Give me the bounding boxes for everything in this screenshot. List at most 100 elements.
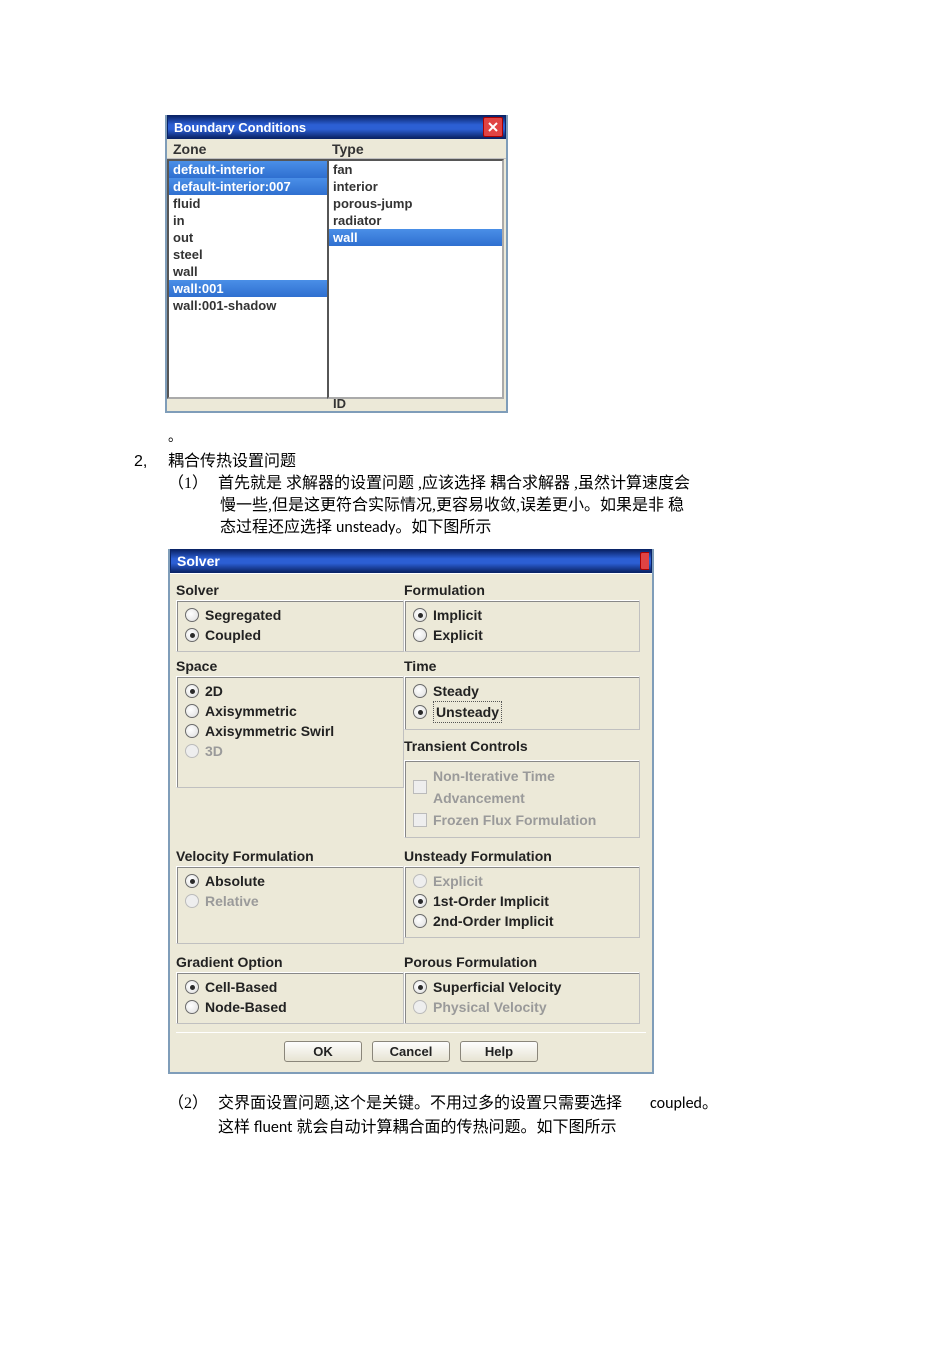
group-velocity-title: Velocity Formulation	[176, 846, 404, 866]
space-option[interactable]: Axisymmetric	[185, 701, 397, 721]
radio-label: 1st-Order Implicit	[433, 891, 549, 911]
bc-zone-item[interactable]: in	[169, 212, 327, 229]
group-velocity: AbsoluteRelative	[176, 866, 404, 944]
formulation-option[interactable]: Implicit	[413, 605, 633, 625]
radio-icon	[185, 980, 199, 994]
group-unsteady-title: Unsteady Formulation	[404, 846, 640, 866]
space-option[interactable]: Axisymmetric Swirl	[185, 721, 397, 741]
radio-icon	[185, 1000, 199, 1014]
cancel-button[interactable]: Cancel	[372, 1041, 450, 1062]
help-button[interactable]: Help	[460, 1041, 538, 1062]
group-formulation-title: Formulation	[404, 580, 640, 600]
close-icon[interactable]	[483, 117, 503, 137]
porous-option[interactable]: Superficial Velocity	[413, 977, 633, 997]
bc-zone-item[interactable]: default-interior:007	[169, 178, 327, 195]
radio-icon	[413, 608, 427, 622]
section-2-heading: 2,耦合传热设置问题	[134, 451, 950, 473]
p1-line2: 慢一些,但是这更符合实际情况,更容易收敛,误差更小。如果是非 稳	[220, 495, 780, 517]
velocity-option: Relative	[185, 891, 397, 911]
bc-type-item[interactable]: porous-jump	[329, 195, 502, 212]
solver-dialog: Solver Solver SegregatedCoupled Formulat…	[168, 549, 654, 1074]
radio-icon	[185, 744, 199, 758]
radio-icon	[413, 1000, 427, 1014]
radio-label: Relative	[205, 891, 259, 911]
checkbox-icon	[413, 813, 427, 827]
radio-icon	[413, 874, 427, 888]
group-solver-title: Solver	[176, 580, 404, 600]
ok-button[interactable]: OK	[284, 1041, 362, 1062]
p2-line2c: 就会自动计算耦合面的传热问题。如下图所示	[292, 1119, 616, 1136]
space-option[interactable]: 2D	[185, 681, 397, 701]
group-transient-title: Transient Controls	[404, 736, 640, 756]
radio-label: 2D	[205, 681, 223, 701]
bc-type-item[interactable]: interior	[329, 178, 502, 195]
solver-titlebar: Solver	[170, 549, 652, 573]
group-gradient-title: Gradient Option	[176, 952, 404, 972]
space-option: 3D	[185, 741, 397, 761]
group-gradient: Cell-BasedNode-Based	[176, 972, 404, 1024]
bc-zone-item[interactable]: wall:001	[169, 280, 327, 297]
p2-line2a: 这样	[218, 1119, 254, 1136]
time-option[interactable]: Steady	[413, 681, 633, 701]
bc-zone-item[interactable]: default-interior	[169, 161, 327, 178]
transient-check: Frozen Flux Formulation	[413, 809, 633, 831]
doc-punct: 。	[168, 427, 950, 449]
radio-label: Axisymmetric Swirl	[205, 721, 334, 741]
gradient-option[interactable]: Cell-Based	[185, 977, 397, 997]
bc-titlebar: Boundary Conditions	[167, 115, 506, 139]
bc-type-item[interactable]: fan	[329, 161, 502, 178]
gradient-option[interactable]: Node-Based	[185, 997, 397, 1017]
radio-icon	[185, 684, 199, 698]
p1-unsteady: unsteady	[336, 518, 395, 537]
group-space: 2DAxisymmetricAxisymmetric Swirl3D	[176, 676, 404, 788]
bc-zone-header: Zone	[173, 141, 332, 157]
bc-zone-item[interactable]: steel	[169, 246, 327, 263]
radio-label: Cell-Based	[205, 977, 277, 997]
section-2-title: 耦合传热设置问题	[168, 453, 296, 470]
group-porous-title: Porous Formulation	[404, 952, 640, 972]
bc-type-listbox[interactable]: faninteriorporous-jumpradiatorwall	[327, 159, 504, 399]
bc-zone-item[interactable]: wall:001-shadow	[169, 297, 327, 314]
bc-type-item[interactable]: wall	[329, 229, 502, 246]
radio-label: Explicit	[433, 625, 483, 645]
close-icon[interactable]	[640, 552, 649, 570]
paragraph-1: （1）首先就是 求解器的设置问题 ,应该选择 耦合求解器 ,虽然计算速度会 慢一…	[168, 473, 950, 539]
bc-type-header: Type	[332, 141, 364, 157]
bc-zone-item[interactable]: fluid	[169, 195, 327, 212]
radio-icon	[185, 704, 199, 718]
unsteady-option[interactable]: 2nd-Order Implicit	[413, 911, 633, 931]
solver-title: Solver	[177, 553, 220, 569]
bc-zone-item[interactable]: out	[169, 229, 327, 246]
radio-label: Absolute	[205, 871, 265, 891]
paragraph-2: （2）交界面设置问题,这个是关键。不用过多的设置只需要选择coupled。 这样…	[168, 1092, 950, 1140]
radio-icon	[185, 874, 199, 888]
unsteady-option: Explicit	[413, 871, 633, 891]
radio-icon	[185, 608, 199, 622]
p1-line3c: 。如下图所示	[395, 519, 491, 536]
bc-type-item[interactable]: radiator	[329, 212, 502, 229]
radio-icon	[413, 628, 427, 642]
solver-option[interactable]: Coupled	[185, 625, 397, 645]
radio-label: Superficial Velocity	[433, 977, 561, 997]
unsteady-option[interactable]: 1st-Order Implicit	[413, 891, 633, 911]
radio-label: Unsteady	[433, 701, 502, 723]
radio-icon	[185, 628, 199, 642]
radio-label: Implicit	[433, 605, 482, 625]
bc-zone-item[interactable]: wall	[169, 263, 327, 280]
radio-icon	[413, 894, 427, 908]
radio-label: Coupled	[205, 625, 261, 645]
radio-icon	[413, 705, 427, 719]
p2-line1a: 交界面设置问题,这个是关键。不用过多的设置只需要选择	[218, 1095, 622, 1112]
solver-option[interactable]: Segregated	[185, 605, 397, 625]
velocity-option[interactable]: Absolute	[185, 871, 397, 891]
time-option[interactable]: Unsteady	[413, 701, 633, 723]
bc-zone-listbox[interactable]: default-interiordefault-interior:007flui…	[167, 159, 327, 399]
radio-icon	[185, 894, 199, 908]
group-transient: Non-Iterative Time AdvancementFrozen Flu…	[404, 760, 640, 838]
transient-check: Non-Iterative Time Advancement	[413, 765, 633, 809]
radio-label: Segregated	[205, 605, 281, 625]
p1-number: （1）	[168, 473, 218, 495]
formulation-option[interactable]: Explicit	[413, 625, 633, 645]
checkbox-icon	[413, 780, 427, 794]
radio-label: Physical Velocity	[433, 997, 547, 1017]
